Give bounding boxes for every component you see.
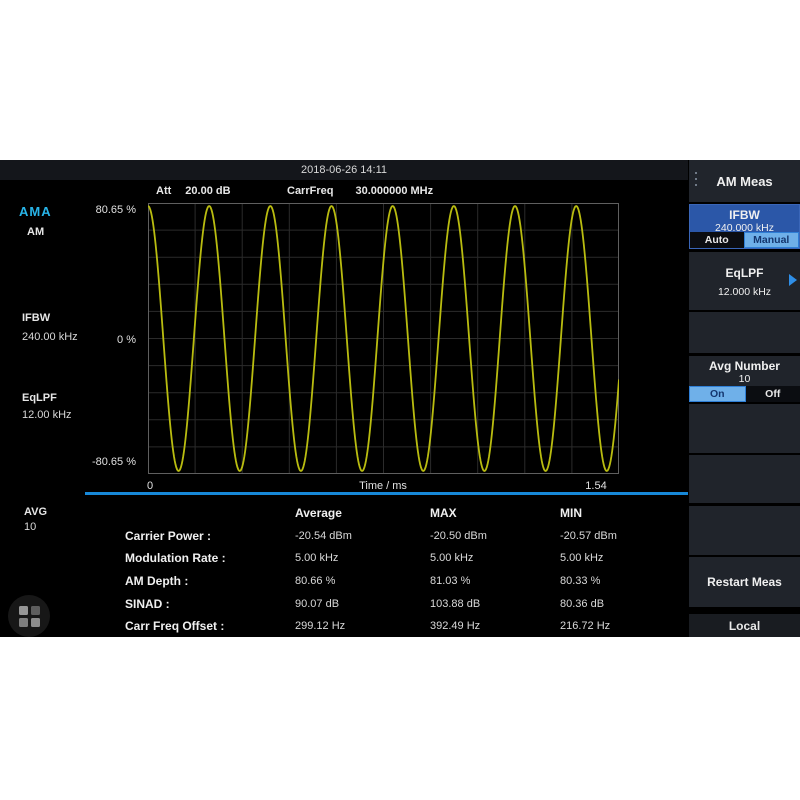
menu-title-text: AM Meas	[716, 174, 772, 189]
screenshot-canvas: 2018-06-26 14:11 AMA AM IFBW 240.00 kHz …	[0, 0, 800, 800]
softkey-blank-3[interactable]	[689, 455, 800, 503]
row-label-modulation-rate: Modulation Rate :	[125, 551, 295, 565]
row-label-carrier-power: Carrier Power :	[125, 529, 295, 543]
ifbw-manual-option[interactable]: Manual	[744, 232, 800, 248]
softkey-menu: AM Meas IFBW 240.000 kHz Auto Manual EqL…	[689, 160, 800, 637]
col-header-average: Average	[295, 506, 430, 520]
restart-meas-label: Restart Meas	[707, 575, 782, 589]
menu-handle-icon[interactable]	[695, 172, 697, 186]
sinad-max: 103.88 dB	[430, 598, 560, 610]
eqlpf-softkey-label: EqLPF	[689, 266, 800, 280]
modulation-rate-avg: 5.00 kHz	[295, 552, 430, 564]
avg-softkey-value: 10	[689, 373, 800, 385]
sinad-avg: 90.07 dB	[295, 598, 430, 610]
row-label-am-depth: AM Depth :	[125, 574, 295, 588]
datetime-bar: 2018-06-26 14:11	[0, 160, 688, 180]
x-tick-start: 0	[140, 480, 160, 492]
row-label-sinad: SINAD :	[125, 597, 295, 611]
submenu-arrow-icon	[789, 274, 797, 286]
softkey-blank-2[interactable]	[689, 404, 800, 453]
ifbw-auto-manual-toggle: Auto Manual	[690, 232, 799, 248]
ifbw-status-label: IFBW	[22, 312, 50, 324]
avg-softkey-label: Avg Number	[689, 359, 800, 373]
carrier-freq-readout: CarrFreq 30.000000 MHz	[287, 185, 433, 199]
carrfreq-label: CarrFreq	[287, 185, 333, 197]
avg-off-option[interactable]: Off	[746, 386, 800, 402]
x-axis-title: Time / ms	[333, 480, 433, 492]
softkey-blank-1[interactable]	[689, 312, 800, 353]
carrier-power-avg: -20.54 dBm	[295, 530, 430, 542]
modulation-rate-min: 5.00 kHz	[560, 552, 680, 564]
col-header-max: MAX	[430, 506, 560, 520]
avg-on-option[interactable]: On	[689, 386, 746, 402]
eqlpf-status-value: 12.00 kHz	[22, 409, 72, 421]
carrfreq-value: 30.000000 MHz	[355, 185, 433, 197]
am-depth-min: 80.33 %	[560, 575, 680, 587]
waveform-plot	[148, 203, 619, 474]
sinad-min: 80.36 dB	[560, 598, 680, 610]
softkey-avg-number[interactable]: Avg Number 10 On Off	[689, 356, 800, 402]
app-launcher-button[interactable]	[8, 595, 50, 637]
carrier-power-max: -20.50 dBm	[430, 530, 560, 542]
attenuation-readout: Att 20.00 dB	[156, 185, 231, 199]
att-label: Att	[156, 185, 171, 197]
y-tick-zero: 0 %	[0, 334, 136, 346]
local-label: Local	[729, 619, 760, 633]
carr-freq-offset-max: 392.49 Hz	[430, 620, 560, 632]
carr-freq-offset-min: 216.72 Hz	[560, 620, 680, 632]
carrier-power-min: -20.57 dBm	[560, 530, 680, 542]
launcher-grid-icon	[19, 606, 40, 627]
y-tick-top: 80.65 %	[0, 204, 136, 216]
analyzer-screen: 2018-06-26 14:11 AMA AM IFBW 240.00 kHz …	[0, 160, 800, 637]
avg-status-value: 10	[24, 521, 36, 533]
carr-freq-offset-avg: 299.12 Hz	[295, 620, 430, 632]
am-depth-max: 81.03 %	[430, 575, 560, 587]
eqlpf-status-label: EqLPF	[22, 392, 57, 404]
col-header-min: MIN	[560, 506, 680, 520]
softkey-restart-meas[interactable]: Restart Meas	[689, 557, 800, 607]
softkey-blank-4[interactable]	[689, 506, 800, 555]
modulation-rate-max: 5.00 kHz	[430, 552, 560, 564]
local-button[interactable]: Local	[689, 614, 800, 637]
ifbw-auto-option[interactable]: Auto	[690, 232, 744, 248]
results-table: Average MAX MIN Carrier Power : -20.54 d…	[125, 502, 685, 638]
am-depth-avg: 80.66 %	[295, 575, 430, 587]
softkey-menu-title: AM Meas	[689, 160, 800, 202]
x-tick-end: 1.54	[576, 480, 616, 492]
y-tick-bottom: -80.65 %	[0, 456, 136, 468]
ifbw-softkey-label: IFBW	[690, 208, 799, 222]
avg-status-label: AVG	[24, 506, 47, 518]
row-label-carr-freq-offset: Carr Freq Offset :	[125, 619, 295, 633]
avg-on-off-toggle: On Off	[689, 386, 800, 402]
datetime-text: 2018-06-26 14:11	[301, 164, 387, 176]
softkey-eqlpf[interactable]: EqLPF 12.000 kHz	[689, 252, 800, 310]
att-value: 20.00 dB	[185, 185, 230, 197]
demod-label-am: AM	[27, 226, 44, 238]
results-divider-line	[85, 492, 688, 495]
eqlpf-softkey-value: 12.000 kHz	[689, 286, 800, 298]
softkey-ifbw[interactable]: IFBW 240.000 kHz Auto Manual	[689, 204, 800, 249]
